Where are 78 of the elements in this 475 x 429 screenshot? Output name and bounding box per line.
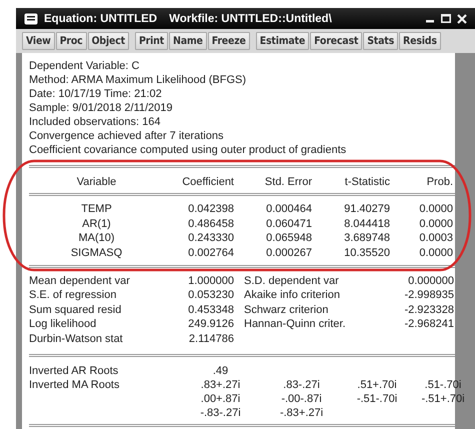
window-title: Workfile: UNTITLED::Untitled\ — [169, 12, 332, 24]
root-value: .51+.70i — [356, 378, 398, 392]
table-cell-text: 0.000267 — [265, 246, 312, 260]
statistic-value: -2.923328 — [403, 302, 454, 318]
output-line: Sample: 9/01/2018 2/11/2019 — [29, 101, 174, 115]
table-cell-text: 10.35520 — [343, 246, 390, 260]
table-cell-text: 3.689748 — [343, 231, 390, 246]
column-header: Std. Error — [264, 176, 312, 188]
roots-label: Inverted MA Roots — [29, 378, 120, 392]
table-cell-text: 0.243330 — [187, 231, 234, 246]
table-cell-text: TEMP — [80, 202, 113, 216]
statistic-value: 2.114786 — [188, 332, 234, 346]
maximize-icon[interactable] — [441, 14, 451, 23]
toolbar-button[interactable]: Forecast — [310, 32, 362, 50]
root-value: -.51+.70i — [420, 392, 466, 406]
root-value: .83+.27i — [200, 378, 242, 392]
table-cell-text: 0.002764 — [187, 246, 234, 260]
root-value: .00+.87i — [200, 392, 242, 406]
roots-label: Inverted AR Roots — [29, 364, 120, 378]
table-cell-text: 0.042398 — [187, 202, 234, 216]
statistic-label: Schwarz criterion — [243, 302, 330, 318]
root-value: .83-.27i — [282, 378, 321, 392]
window-title: Equation: UNTITLED — [44, 12, 158, 24]
statistic-value: 0.053230 — [187, 288, 234, 303]
statistic-label: Sum squared resid — [29, 302, 122, 318]
toolbar-button[interactable]: Freeze — [208, 32, 250, 50]
table-cell-text: MA(10) — [77, 231, 116, 246]
table-cell-text: SIGMASQ — [70, 246, 124, 260]
table-cell-text: 8.044418 — [343, 216, 390, 231]
column-header: Prob. — [426, 176, 453, 188]
toolbar-button[interactable]: Name — [169, 32, 207, 50]
toolbar-button[interactable]: Proc — [56, 32, 87, 50]
table-cell-text: 0.060471 — [265, 216, 312, 231]
close-icon[interactable] — [457, 14, 467, 24]
statistic-value: 1.000000 — [187, 274, 234, 288]
statistic-label: Hannan-Quinn criter. — [243, 317, 346, 332]
statistic-label: S.E. of regression — [29, 288, 118, 303]
statistic-label: Akaike info criterion — [243, 288, 341, 303]
toolbar-button[interactable]: Stats — [363, 32, 398, 50]
statistic-label: Log likelihood — [29, 317, 98, 332]
output-line: Included observations: 164 — [29, 115, 162, 129]
column-header: Variable — [76, 176, 118, 188]
root-value: -.51-.70i — [356, 392, 398, 406]
toolbar-button[interactable]: Object — [88, 32, 129, 50]
statistic-value: -2.968241 — [403, 317, 454, 332]
statistic-label: Durbin-Watson stat — [29, 332, 124, 346]
column-header: Coefficient — [181, 176, 234, 188]
table-cell-text: 0.0000 — [418, 202, 453, 216]
column-header: t-Statistic — [344, 176, 390, 188]
output-line: Convergence achieved after 7 iterations — [29, 129, 224, 143]
table-cell-text: 0.0000 — [418, 216, 453, 231]
table-cell-text: 0.065948 — [265, 231, 312, 246]
statistic-value: 0.000000 — [407, 274, 454, 288]
statistic-value: -2.998935 — [403, 288, 454, 303]
root-value: .49 — [212, 364, 230, 378]
toolbar-button[interactable]: Estimate — [256, 32, 310, 50]
statistic-label: Mean dependent var — [29, 274, 131, 288]
output-line: Coefficient covariance computed using outer product of gradients — [29, 143, 348, 157]
root-value: -.83-.27i — [199, 406, 242, 420]
window-icon — [24, 12, 38, 24]
table-cell-text: 91.40279 — [343, 202, 390, 216]
statistic-value: 249.9126 — [187, 317, 234, 332]
table-cell-text: 0.486458 — [187, 216, 234, 231]
statistic-value: 0.453348 — [187, 302, 234, 318]
toolbar-button[interactable]: Resids — [399, 32, 441, 50]
output-line: Date: 10/17/19 Time: 21:02 — [29, 87, 163, 101]
root-value: .51-.70i — [424, 378, 462, 392]
table-cell-text: 0.000464 — [265, 202, 312, 216]
output-line: Dependent Variable: C — [29, 59, 140, 73]
output-line: Method: ARMA Maximum Likelihood (BFGS) — [29, 73, 248, 87]
table-cell-text: 0.0000 — [418, 246, 453, 260]
root-value: -.00-.87i — [280, 392, 323, 406]
toolbar-button[interactable]: Print — [134, 32, 168, 50]
toolbar-button[interactable]: View — [22, 32, 55, 50]
statistic-label: S.D. dependent var — [243, 274, 340, 288]
table-cell-text: AR(1) — [81, 216, 112, 231]
root-value: -.83+.27i — [278, 406, 324, 420]
table-cell-text: 0.0003 — [418, 231, 453, 246]
